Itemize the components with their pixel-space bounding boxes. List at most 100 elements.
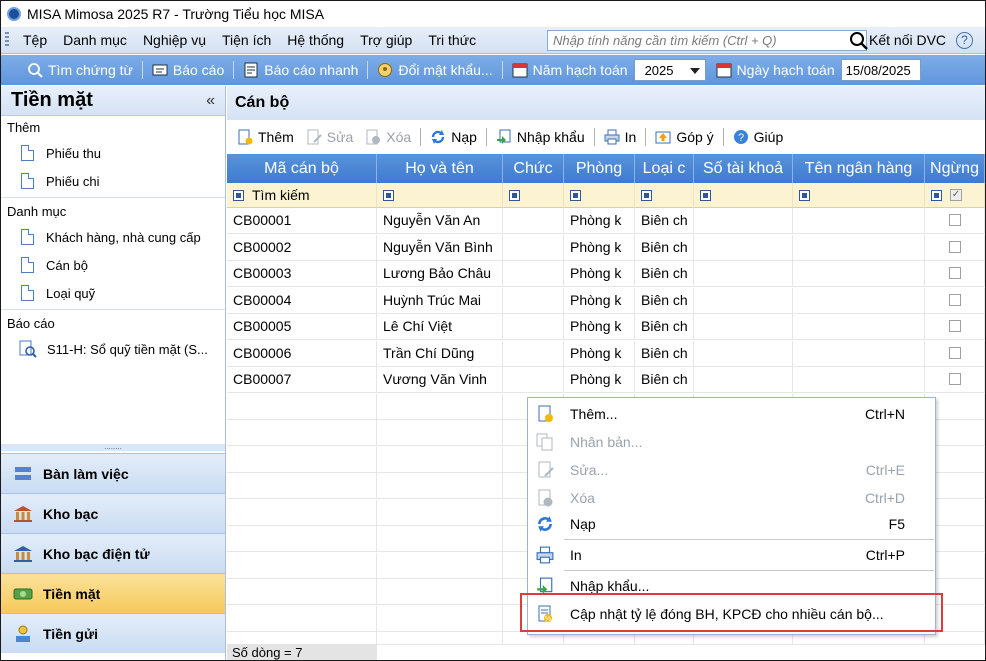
- cell-chuc[interactable]: [503, 340, 564, 367]
- ngung-checkbox[interactable]: [949, 293, 961, 306]
- filter-chuc[interactable]: [503, 183, 564, 208]
- ket-noi-dvc-link[interactable]: Kết nối DVC: [869, 32, 946, 48]
- ngung-checkbox[interactable]: [949, 240, 961, 253]
- cell-phong[interactable]: Phòng k: [564, 234, 635, 261]
- cell-chuc[interactable]: [503, 208, 564, 234]
- filter-operator-icon[interactable]: [700, 189, 711, 201]
- cell-ten-ngan-hang[interactable]: [793, 208, 925, 234]
- nav-kho-bac-dien-tu[interactable]: Kho bạc điện tử: [1, 533, 225, 573]
- cell-so-tai-khoan[interactable]: [694, 234, 793, 261]
- cell-ngung[interactable]: [925, 367, 985, 393]
- cell-ma-can-bo[interactable]: CB00005: [227, 314, 377, 340]
- cell-chuc[interactable]: [503, 367, 564, 393]
- menu-tri-thuc[interactable]: Tri thức: [420, 27, 484, 54]
- filter-operator-icon[interactable]: [233, 189, 244, 201]
- cell-ho-va-ten[interactable]: Lê Chí Việt: [377, 314, 503, 340]
- menu-danh-muc[interactable]: Danh mục: [55, 27, 135, 54]
- filter-phong[interactable]: [564, 183, 635, 208]
- cell-so-tai-khoan[interactable]: [694, 287, 793, 314]
- tim-chung-tu-button[interactable]: Tìm chứng từ: [21, 55, 139, 85]
- cell-ho-va-ten[interactable]: Lương Bảo Châu: [377, 261, 503, 287]
- filter-so-tai-khoan[interactable]: [694, 183, 793, 208]
- col-loai[interactable]: Loại c: [635, 154, 694, 183]
- cell-ten-ngan-hang[interactable]: [793, 340, 925, 367]
- menu-he-thong[interactable]: Hệ thống: [279, 27, 352, 54]
- ngung-checkbox[interactable]: [949, 373, 961, 385]
- cell-chuc[interactable]: [503, 314, 564, 340]
- cell-loai[interactable]: Biên ch: [635, 234, 694, 261]
- help-icon[interactable]: ?: [956, 32, 973, 49]
- search-icon[interactable]: [849, 31, 869, 51]
- year-select[interactable]: 2025: [633, 59, 706, 81]
- col-ma-can-bo[interactable]: Mã cán bộ: [227, 154, 377, 183]
- ngung-checkbox[interactable]: [949, 346, 961, 359]
- cell-phong[interactable]: Phòng k: [564, 261, 635, 287]
- cm-xoa[interactable]: Xóa Ctrl+D: [528, 484, 935, 512]
- col-chuc[interactable]: Chức: [503, 154, 564, 183]
- giup-button[interactable]: ? Giúp: [727, 129, 790, 145]
- feature-search-input[interactable]: Nhập tính năng cần tìm kiếm (Ctrl + Q): [547, 30, 867, 51]
- nav-tien-gui[interactable]: Tiền gửi: [1, 613, 225, 653]
- cell-loai[interactable]: Biên ch: [635, 367, 694, 393]
- link-khach-hang[interactable]: Khách hàng, nhà cung cấp: [1, 223, 225, 251]
- cell-ngung[interactable]: [925, 208, 985, 234]
- cell-so-tai-khoan[interactable]: [694, 314, 793, 340]
- filter-operator-icon[interactable]: [570, 189, 581, 201]
- link-phieu-thu[interactable]: Phiếu thu: [1, 139, 225, 167]
- cell-ho-va-ten[interactable]: Trần Chí Dũng: [377, 340, 503, 367]
- cell-loai[interactable]: Biên ch: [635, 261, 694, 287]
- cell-ho-va-ten[interactable]: Vương Văn Vinh: [377, 367, 503, 393]
- date-input[interactable]: 15/08/2025: [840, 59, 921, 81]
- col-ten-ngan-hang[interactable]: Tên ngân hàng: [793, 154, 925, 183]
- filter-checked-icon[interactable]: ✓: [950, 189, 962, 201]
- cell-ma-can-bo[interactable]: CB00007: [227, 367, 377, 393]
- menu-tro-giup[interactable]: Trợ giúp: [352, 27, 420, 54]
- cell-loai[interactable]: Biên ch: [635, 340, 694, 367]
- cell-ten-ngan-hang[interactable]: [793, 314, 925, 340]
- col-phong[interactable]: Phòng: [564, 154, 635, 183]
- filter-operator-icon[interactable]: [383, 189, 394, 201]
- cell-ngung[interactable]: [925, 287, 985, 314]
- cell-ho-va-ten[interactable]: Nguyễn Văn Bình: [377, 234, 503, 261]
- cell-ten-ngan-hang[interactable]: [793, 287, 925, 314]
- cell-so-tai-khoan[interactable]: [694, 208, 793, 234]
- cell-ngung[interactable]: [925, 340, 985, 367]
- menu-tien-ich[interactable]: Tiện ích: [214, 27, 279, 54]
- filter-operator-icon[interactable]: [509, 189, 520, 201]
- cell-ngung[interactable]: [925, 314, 985, 340]
- link-phieu-chi[interactable]: Phiếu chi: [1, 167, 225, 195]
- nav-kho-bac[interactable]: Kho bạc: [1, 493, 225, 533]
- cm-them[interactable]: Thêm... Ctrl+N: [528, 400, 935, 428]
- cell-loai[interactable]: Biên ch: [635, 208, 694, 234]
- cell-chuc[interactable]: [503, 234, 564, 261]
- menu-nghiep-vu[interactable]: Nghiệp vụ: [135, 27, 214, 54]
- col-ngung[interactable]: Ngừng: [925, 154, 985, 183]
- filter-ngung[interactable]: ✓: [925, 183, 985, 208]
- cm-nhan-ban[interactable]: Nhân bản...: [528, 428, 935, 456]
- filter-ma-can-bo[interactable]: Tìm kiếm: [227, 183, 377, 208]
- cell-chuc[interactable]: [503, 261, 564, 287]
- ngung-checkbox[interactable]: [949, 320, 961, 332]
- cell-ho-va-ten[interactable]: Huỳnh Trúc Mai: [377, 287, 503, 314]
- in-button[interactable]: In: [598, 129, 643, 145]
- nav-ban-lam-viec[interactable]: Bàn làm việc: [1, 453, 225, 493]
- cell-phong[interactable]: Phòng k: [564, 287, 635, 314]
- gop-y-button[interactable]: Góp ý: [649, 129, 719, 145]
- collapse-icon[interactable]: «: [206, 92, 215, 110]
- nav-tien-mat[interactable]: Tiền mặt: [1, 573, 225, 613]
- menu-tep[interactable]: Tệp: [15, 27, 55, 54]
- cell-ho-va-ten[interactable]: Nguyễn Văn An: [377, 208, 503, 234]
- xoa-button[interactable]: Xóa: [359, 129, 417, 145]
- doi-mat-khau-button[interactable]: Đổi mật khẩu...: [371, 55, 498, 85]
- ngung-checkbox[interactable]: [949, 214, 961, 226]
- filter-loai[interactable]: [635, 183, 694, 208]
- nap-button[interactable]: Nạp: [424, 129, 483, 145]
- nhap-khau-button[interactable]: Nhập khẩu: [490, 129, 591, 145]
- cell-ma-can-bo[interactable]: CB00006: [227, 340, 377, 367]
- cell-phong[interactable]: Phòng k: [564, 314, 635, 340]
- filter-ten-ngan-hang[interactable]: [793, 183, 925, 208]
- link-can-bo[interactable]: Cán bộ: [1, 251, 225, 279]
- cell-chuc[interactable]: [503, 287, 564, 314]
- cell-ma-can-bo[interactable]: CB00004: [227, 287, 377, 314]
- cell-ten-ngan-hang[interactable]: [793, 234, 925, 261]
